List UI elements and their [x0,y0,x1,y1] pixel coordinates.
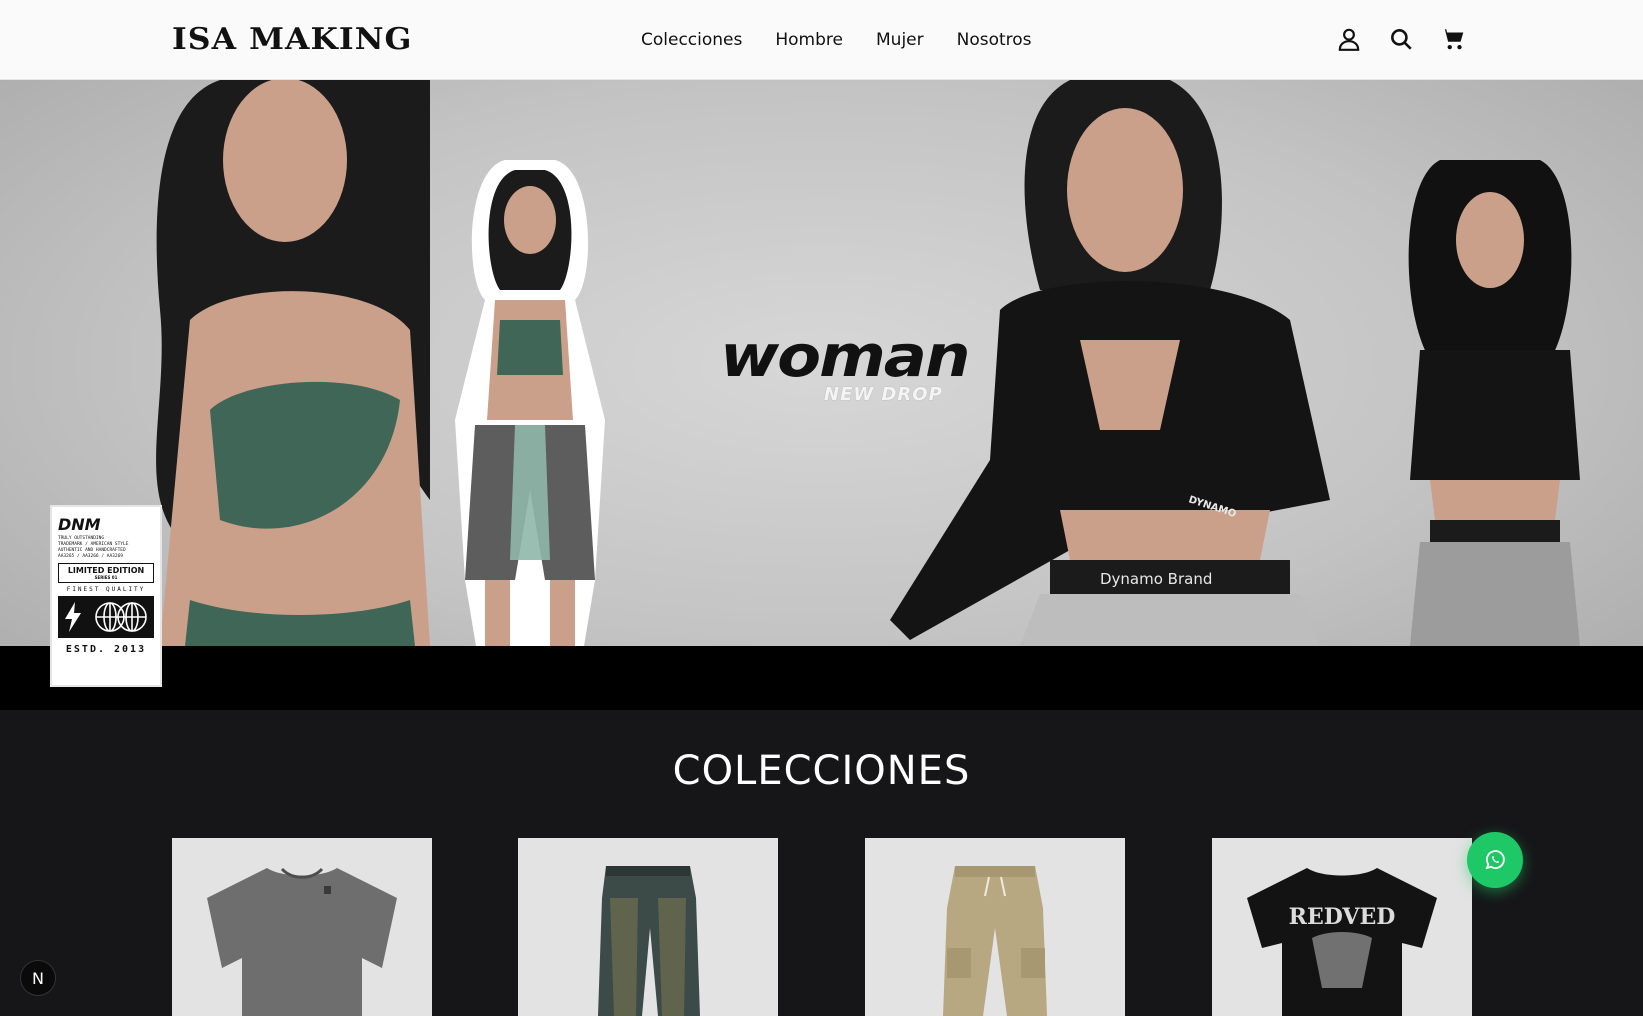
search-icon[interactable] [1388,26,1414,52]
waistband-text: Dynamo Brand [1100,570,1212,588]
collections-title: COLECCIONES [672,748,971,794]
collection-card-jeans[interactable] [518,838,778,1016]
hero-banner[interactable]: Dynamo Brand DYNAMO woman NEW DROP [0,80,1643,710]
nav-item-mujer[interactable]: Mujer [876,30,924,50]
badge-estd: ESTD. 2013 [65,644,147,655]
badge-limited-text: LIMITED EDITION [67,566,145,575]
badge-logo [58,596,154,638]
hero-model-standing [455,160,605,700]
header-actions [1336,26,1466,52]
cart-icon[interactable] [1440,26,1466,52]
tshirt-print-text: REDVED [1289,904,1396,930]
nav-item-colecciones[interactable]: Colecciones [641,30,742,50]
hero-title: woman [720,323,971,391]
main-nav: Colecciones Hombre Mujer Nosotros [641,30,1032,50]
site-header: ISA MAKING Colecciones Hombre Mujer Noso… [0,0,1643,80]
globe-icon [95,602,147,632]
grey-tshirt-image [207,867,397,1016]
badge-line: AA3265 / AA3266 / AA3269 [58,554,124,559]
nav-item-nosotros[interactable]: Nosotros [957,30,1032,50]
dnm-badge: DNM TRULY OUTSTANDING TRADEMARK / AMERIC… [50,505,162,687]
badge-quality: FINEST QUALITY [66,586,146,593]
graphic-tshirt-image: REDVED [1247,868,1437,1016]
nav-item-hombre[interactable]: Hombre [775,30,843,50]
hero-model-right [1408,160,1580,646]
whatsapp-button[interactable] [1467,832,1523,888]
badge-series-text: SERIES 01 [94,575,118,580]
whatsapp-icon [1485,850,1505,870]
collection-card-grey-tshirt[interactable] [172,838,432,1016]
badge-lines: TRULY OUTSTANDING TRADEMARK / AMERICAN S… [58,536,154,560]
hero-bottom-bar [0,646,1643,710]
collection-card-graphic-tshirt[interactable]: REDVED [1212,838,1472,1016]
collection-card-cargo-pants[interactable] [865,838,1125,1016]
baggy-jeans-image [598,866,700,1016]
badge-limited: LIMITED EDITION SERIES 01 [58,563,154,583]
badge-title: DNM [58,515,101,534]
dev-tools-badge[interactable]: N [20,960,56,996]
lightning-icon [65,602,81,632]
brand-logo[interactable]: ISA MAKING [172,22,413,57]
hero-subtitle: NEW DROP [824,384,943,405]
cargo-pants-image [943,866,1047,1016]
user-icon[interactable] [1336,26,1362,52]
